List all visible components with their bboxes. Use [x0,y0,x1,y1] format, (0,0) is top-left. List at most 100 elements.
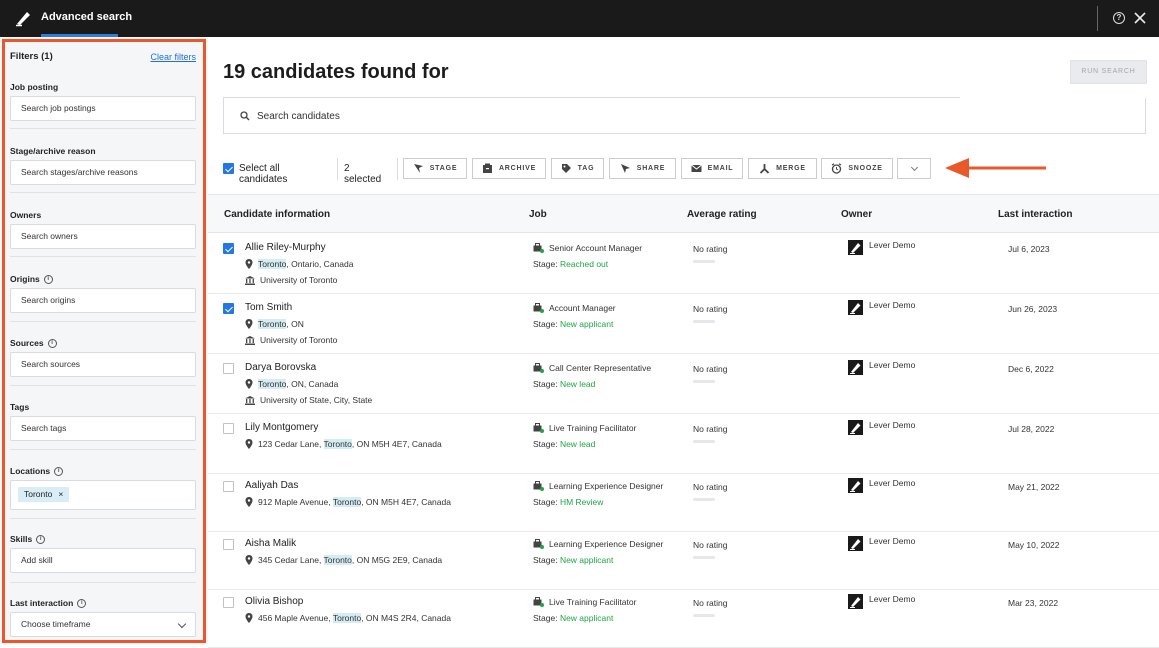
column-header[interactable]: Average rating [687,209,757,220]
info-icon[interactable]: i [43,274,53,284]
job-posting[interactable]: Live Training Facilitator [533,423,636,433]
candidate-owner: Lever Demo [848,240,915,255]
candidate-stage: Stage: HM Review [533,497,603,507]
stage-label: Stage: [533,379,560,389]
row-checkbox[interactable] [223,423,234,434]
lever-logo-icon [850,423,861,434]
help-icon[interactable]: ? [1113,12,1125,24]
candidate-search-input[interactable]: Search candidates [223,97,1147,134]
select-all-label[interactable]: Select all candidates [239,163,287,185]
archive-button[interactable]: ARCHIVE [472,158,546,179]
snooze-button[interactable]: SNOOZE [821,158,893,179]
stage-input[interactable]: Search stages/archive reasons [10,160,196,185]
job-posting[interactable]: Senior Account Manager [533,243,642,253]
clear-filters-link[interactable]: Clear filters [150,52,196,62]
table-row[interactable]: Tom Smith Toronto, ON University of Toront… [208,294,1159,354]
owner-avatar [848,594,863,609]
table-row[interactable]: Aaliyah Das 912 Maple Avenue, Toronto, ON… [208,472,1159,532]
row-checkbox[interactable] [223,539,234,550]
average-rating: No rating [693,482,728,492]
merge-icon [760,164,770,174]
origins-input[interactable]: Search origins [10,288,196,313]
search-placeholder: Search candidates [257,111,340,122]
table-row[interactable]: Aisha Malik 345 Cedar Lane, Toronto, ON M… [208,530,1159,590]
last-interaction-select[interactable]: Choose timeframe [10,612,196,637]
stage-value: New applicant [559,319,614,329]
table-row[interactable]: Lily Montgomery 123 Cedar Lane, Toronto, … [208,414,1159,474]
select-all-checkbox[interactable] [223,163,234,174]
tag-button[interactable]: TAG [551,158,604,179]
location-pin-icon [245,497,253,507]
selected-count: 2 selected [344,163,382,185]
filter-label-text: Last interaction [10,598,74,608]
location-city-highlight: Toronto [258,379,287,389]
row-checkbox[interactable] [223,243,234,254]
location-city-highlight: Toronto [332,497,362,507]
skills-input[interactable]: Add skill [10,548,196,573]
candidate-location: 912 Maple Avenue, Toronto, ON M5H 4E7, C… [245,497,451,507]
owner-avatar [848,478,863,493]
info-icon[interactable]: i [47,338,57,348]
filter-owners: Owners Search owners [10,209,196,249]
location-pin-icon [245,319,253,329]
candidate-name[interactable]: Olivia Bishop [245,596,303,607]
candidate-name[interactable]: Aisha Malik [245,538,296,549]
candidate-stage: Stage: New lead [533,439,595,449]
locations-input[interactable]: Toronto × [10,480,196,510]
filter-label-text: Origins [10,274,40,284]
merge-button[interactable]: MERGE [748,158,817,179]
info-icon[interactable]: i [54,466,64,476]
rating-bar [693,440,715,443]
close-icon[interactable] [1133,11,1147,25]
row-checkbox[interactable] [223,481,234,492]
candidate-name[interactable]: Darya Borovska [245,362,316,373]
row-checkbox[interactable] [223,363,234,374]
column-header[interactable]: Job [529,209,547,220]
sources-input[interactable]: Search sources [10,352,196,377]
info-icon[interactable]: i [77,598,87,608]
stage-button[interactable]: STAGE [403,158,467,179]
email-button[interactable]: EMAIL [681,158,743,179]
table-row[interactable]: Allie Riley-Murphy Toronto, Ontario, Cana… [208,234,1159,294]
job-posting[interactable]: Call Center Representative [533,363,651,373]
owner-avatar [848,360,863,375]
owners-input[interactable]: Search owners [10,224,196,249]
job-posting-input[interactable]: Search job postings [10,96,196,121]
job-title: Senior Account Manager [549,243,643,253]
candidate-name[interactable]: Allie Riley-Murphy [245,242,326,253]
column-header[interactable]: Last interaction [998,209,1072,220]
candidate-name[interactable]: Tom Smith [245,302,292,313]
stage-label: Stage: [533,319,560,329]
filter-label: Origins i [10,273,196,285]
candidate-name[interactable]: Aaliyah Das [245,480,298,491]
info-icon[interactable]: i [36,534,46,544]
last-interaction: Dec 6, 2022 [1008,364,1054,374]
share-button[interactable]: SHARE [609,158,676,179]
school-text: University of State, City, State [260,395,373,405]
job-posting[interactable]: Learning Experience Designer [533,481,663,491]
average-rating: No rating [693,598,728,608]
job-posting[interactable]: Live Training Facilitator [533,597,636,607]
candidate-location: 123 Cedar Lane, Toronto, ON M5H 4E7, Can… [245,439,442,449]
stage-value: Reached out [559,259,609,269]
job-posting[interactable]: Learning Experience Designer [533,539,663,549]
stage-value: New applicant [559,613,614,623]
row-checkbox[interactable] [223,597,234,608]
more-actions-dropdown[interactable] [897,158,931,179]
location-prefix: 345 Cedar Lane, [258,555,324,565]
table-row[interactable]: Olivia Bishop 456 Maple Avenue, Toronto, … [208,588,1159,648]
run-search-button[interactable]: RUN SEARCH [1070,60,1147,84]
row-checkbox[interactable] [223,303,234,314]
candidate-owner: Lever Demo [848,360,915,375]
column-header[interactable]: Candidate information [224,209,330,220]
job-posting[interactable]: Account Manager [533,303,616,313]
table-row[interactable]: Darya Borovska Toronto, ON, Canada Univers… [208,354,1159,414]
tags-input[interactable]: Search tags [10,416,196,441]
stage-value: HM Review [559,497,604,507]
column-header[interactable]: Owner [841,209,872,220]
stage-value: New applicant [559,555,614,565]
candidate-name[interactable]: Lily Montgomery [245,422,318,433]
average-rating: No rating [693,244,728,254]
remove-chip-icon[interactable]: × [58,489,63,499]
owner-name: Lever Demo [869,300,916,310]
